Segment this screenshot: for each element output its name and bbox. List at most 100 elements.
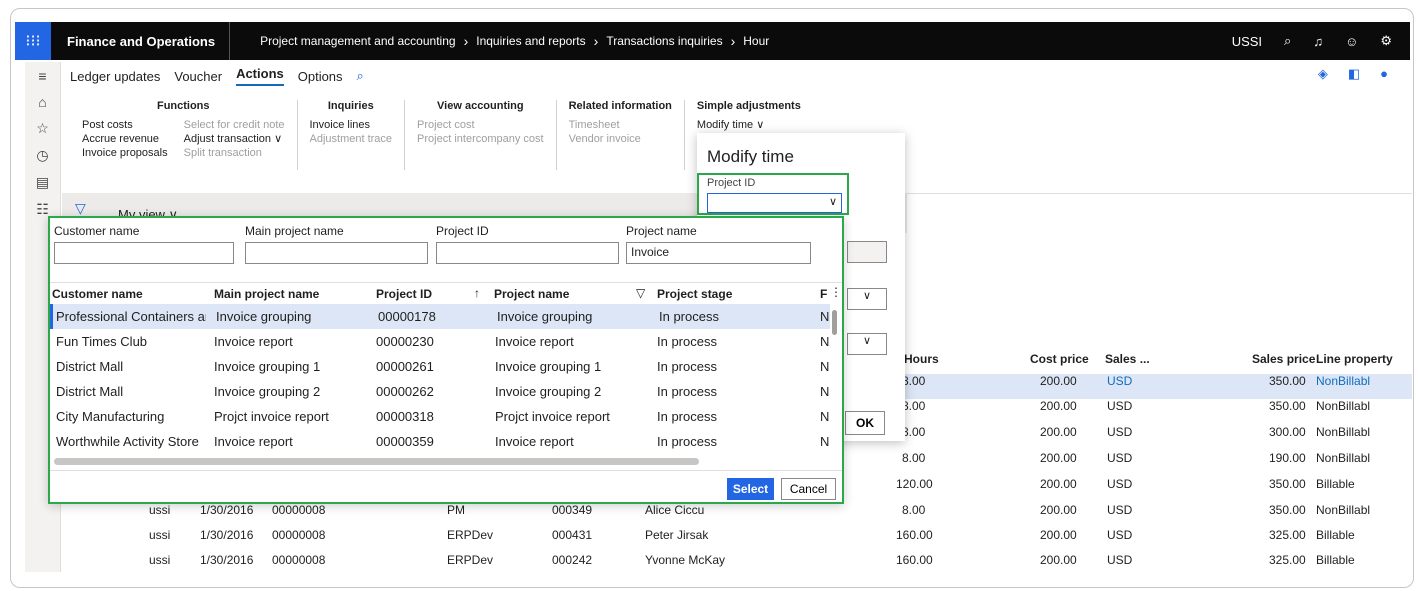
invoice-lines-button[interactable]: Invoice lines (310, 118, 393, 132)
diamond-icon[interactable]: ◈ (1318, 66, 1328, 82)
cell-project-id: 00000318 (376, 409, 434, 424)
invoice-proposals-button[interactable]: Invoice proposals (82, 146, 168, 160)
col-f[interactable]: F (820, 287, 827, 301)
cell-line-property: NonBillabl (1316, 503, 1371, 517)
tab-voucher[interactable]: Voucher (174, 69, 222, 84)
office-icon[interactable]: ◧ (1348, 66, 1360, 82)
col-main-project[interactable]: Main project name (214, 287, 319, 301)
col-customer[interactable]: Customer name (52, 287, 143, 301)
cell-f: N (820, 434, 830, 449)
dropdown-field[interactable]: ∨ (847, 288, 887, 310)
cell-line-property[interactable]: NonBillabl (1316, 374, 1370, 388)
timesheet-button[interactable]: Timesheet (569, 118, 672, 132)
cell-f: N (820, 384, 830, 399)
col-project-name[interactable]: Project name (494, 287, 569, 301)
clock-icon[interactable]: ◷ (36, 147, 48, 164)
waffle-icon[interactable]: ⁝⁝⁝ (15, 22, 51, 60)
cell-hours: 8.00 (902, 399, 926, 413)
col-project-stage[interactable]: Project stage (657, 287, 732, 301)
modify-time-button[interactable]: Modify time ∨ (697, 118, 801, 132)
tab-options[interactable]: Options (298, 69, 343, 84)
company-picker[interactable]: USSI (1232, 34, 1262, 49)
bell-icon[interactable]: ♫ (1313, 34, 1323, 49)
lookup-row[interactable]: Professional Containers and Invoice grou… (50, 304, 830, 329)
table-row[interactable]: ussi 1/30/2016 00000008 PM 000349 Alice … (62, 503, 1412, 528)
cell-currency: USD (1107, 528, 1133, 542)
breadcrumb-item[interactable]: Project management and accounting (260, 34, 455, 48)
brand-title[interactable]: Finance and Operations (51, 22, 231, 60)
adjustment-trace-button[interactable]: Adjustment trace (310, 132, 393, 146)
chevron-down-icon[interactable]: ∨ (829, 195, 837, 208)
table-row[interactable]: ussi 1/30/2016 00000008 ERPDev 000431 Pe… (62, 528, 1412, 553)
post-costs-button[interactable]: Post costs (82, 118, 168, 132)
filter-customer-input[interactable] (54, 242, 234, 264)
chevron-right-icon: › (463, 33, 469, 49)
cell-project-stage: In process (657, 334, 717, 349)
lookup-row[interactable]: City Manufacturing Projct invoice report… (50, 404, 830, 429)
col-line-property[interactable]: Line property (1316, 352, 1393, 366)
lookup-row[interactable]: Worthwhile Activity Store Invoice report… (50, 429, 830, 454)
sort-ascending-icon[interactable]: ↑ (474, 286, 480, 300)
lookup-row[interactable]: Fun Times Club Invoice report 00000230 I… (50, 329, 830, 354)
vendor-invoice-button[interactable]: Vendor invoice (569, 132, 672, 146)
cell-price: 190.00 (1269, 451, 1306, 465)
cell-main-project: Invoice grouping 2 (214, 384, 321, 399)
modules-icon[interactable]: ☷ (36, 201, 49, 218)
col-sales-currency[interactable]: Sales ... (1105, 352, 1150, 366)
col-project-id[interactable]: Project ID (376, 287, 432, 301)
tab-actions[interactable]: Actions (236, 66, 284, 86)
home-icon[interactable]: ⌂ (38, 94, 46, 110)
cell-date: 1/30/2016 (200, 553, 254, 567)
adjust-transaction-button[interactable]: Adjust transaction ∨ (184, 132, 285, 146)
search-icon[interactable]: ⌕ (357, 68, 364, 84)
gear-icon[interactable]: ⚙ (1380, 33, 1392, 49)
cell-main-project: Projct invoice report (214, 409, 329, 424)
table-row[interactable]: ussi 1/30/2016 00000008 ERPDev 000242 Yv… (62, 553, 1412, 578)
col-hours[interactable]: Hours (904, 352, 939, 366)
breadcrumb-item[interactable]: Inquiries and reports (476, 34, 585, 48)
star-icon[interactable]: ☆ (36, 120, 49, 137)
split-transaction-button[interactable]: Split transaction (184, 146, 285, 160)
cell-date: 1/30/2016 (200, 528, 254, 542)
filter-icon[interactable]: ▽ (75, 200, 86, 217)
filter-main-input[interactable] (245, 242, 428, 264)
workspace-icon[interactable]: ▤ (36, 174, 49, 191)
select-credit-note-button[interactable]: Select for credit note (184, 118, 285, 132)
more-icon[interactable]: ⋮ (830, 285, 842, 299)
cell-hours: 8.00 (902, 451, 926, 465)
readonly-field (847, 241, 887, 263)
cell-project-id: 00000262 (376, 384, 434, 399)
filter-pid-input[interactable] (436, 242, 619, 264)
breadcrumb-item[interactable]: Transactions inquiries (606, 34, 722, 48)
dropdown-field[interactable]: ∨ (847, 333, 887, 355)
ribbon-group-functions: Functions Post costs Accrue revenue Invo… (70, 100, 298, 170)
vertical-scrollbar[interactable] (832, 310, 837, 335)
cell-company: ussi (149, 553, 171, 567)
project-id-input[interactable]: ∨ (707, 193, 842, 213)
hamburger-icon[interactable]: ≡ (38, 68, 46, 84)
cell-main-project: Invoice report (214, 334, 293, 349)
ok-button[interactable]: OK (845, 411, 885, 435)
cell-project-stage: In process (659, 309, 719, 324)
project-intercompany-cost-button[interactable]: Project intercompany cost (417, 132, 544, 146)
lookup-row[interactable]: District Mall Invoice grouping 1 0000026… (50, 354, 830, 379)
tab-ledger-updates[interactable]: Ledger updates (70, 69, 160, 84)
col-sales-price[interactable]: Sales price (1252, 352, 1315, 366)
search-icon[interactable]: ⌕ (1284, 33, 1291, 49)
filter-pname-input[interactable]: Invoice (626, 242, 811, 264)
horizontal-scrollbar[interactable] (54, 458, 699, 465)
cancel-button[interactable]: Cancel (781, 478, 836, 500)
breadcrumb-item[interactable]: Hour (743, 34, 769, 48)
lookup-row[interactable]: District Mall Invoice grouping 2 0000026… (50, 379, 830, 404)
cell-f: N (820, 334, 830, 349)
select-button[interactable]: Select (727, 478, 774, 500)
smiley-icon[interactable]: ☺ (1345, 34, 1358, 49)
cell-currency[interactable]: USD (1107, 374, 1132, 388)
notification-badge-icon[interactable]: ● (1380, 66, 1388, 82)
col-cost-price[interactable]: Cost price (1030, 352, 1089, 366)
cell-line-property: NonBillabl (1316, 451, 1371, 465)
top-bar: ⁝⁝⁝ Finance and Operations Project manag… (15, 22, 1410, 60)
accrue-revenue-button[interactable]: Accrue revenue (82, 132, 168, 146)
project-cost-button[interactable]: Project cost (417, 118, 544, 132)
filter-icon[interactable]: ▽ (636, 286, 645, 300)
